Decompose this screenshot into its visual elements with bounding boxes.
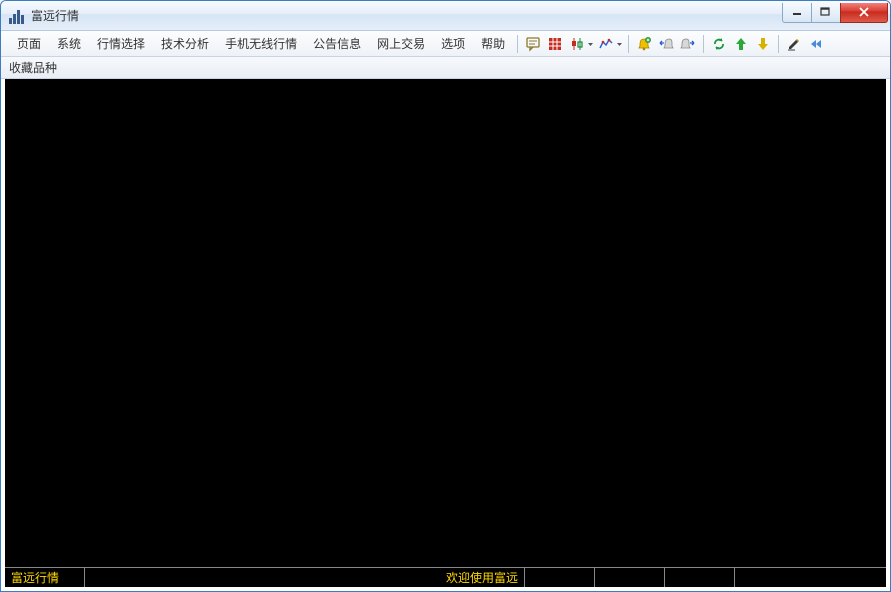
app-icon <box>9 8 25 24</box>
status-cell-3 <box>665 568 735 587</box>
toolbar-separator <box>703 35 704 53</box>
status-cell-1 <box>525 568 595 587</box>
status-message: 欢迎使用富远 <box>85 568 525 587</box>
favorites-label: 收藏品种 <box>9 59 57 76</box>
menu-options[interactable]: 选项 <box>433 31 473 56</box>
content-area <box>5 79 886 567</box>
arrow-down-icon[interactable] <box>752 33 774 55</box>
close-button[interactable] <box>840 3 888 23</box>
menu-announcement[interactable]: 公告信息 <box>305 31 369 56</box>
menu-quote-select[interactable]: 行情选择 <box>89 31 153 56</box>
menu-mobile-quote[interactable]: 手机无线行情 <box>217 31 305 56</box>
toolbar-separator <box>778 35 779 53</box>
rewind-icon[interactable] <box>805 33 827 55</box>
grid-icon[interactable] <box>544 33 566 55</box>
alert-prev-icon[interactable] <box>655 33 677 55</box>
favorites-bar: 收藏品种 <box>1 57 890 79</box>
window-controls <box>783 3 888 23</box>
candlestick-icon[interactable] <box>566 33 588 55</box>
menu-help[interactable]: 帮助 <box>473 31 513 56</box>
status-cell-4 <box>735 568 886 587</box>
line-chart-icon[interactable] <box>595 33 617 55</box>
minimize-button[interactable] <box>782 3 812 23</box>
alert-next-icon[interactable] <box>677 33 699 55</box>
line-chart-dropdown[interactable] <box>615 36 624 52</box>
menu-page[interactable]: 页面 <box>9 31 49 56</box>
arrow-up-icon[interactable] <box>730 33 752 55</box>
titlebar: 富远行情 <box>1 1 890 31</box>
window-title: 富远行情 <box>31 7 79 24</box>
menubar: 页面 系统 行情选择 技术分析 手机无线行情 公告信息 网上交易 选项 帮助 <box>1 31 890 57</box>
menu-tech-analysis[interactable]: 技术分析 <box>153 31 217 56</box>
status-brand: 富远行情 <box>5 568 85 587</box>
menu-system[interactable]: 系统 <box>49 31 89 56</box>
toolbar-separator <box>628 35 629 53</box>
app-window: 富远行情 页面 系统 行情选择 技术分析 手机无线行情 公告信息 网上交易 选项… <box>0 0 891 592</box>
edit-icon[interactable] <box>783 33 805 55</box>
status-cell-2 <box>595 568 665 587</box>
toolbar-separator <box>517 35 518 53</box>
maximize-button[interactable] <box>811 3 841 23</box>
alert-add-icon[interactable] <box>633 33 655 55</box>
bulletin-icon[interactable] <box>522 33 544 55</box>
refresh-icon[interactable] <box>708 33 730 55</box>
menu-online-trade[interactable]: 网上交易 <box>369 31 433 56</box>
statusbar: 富远行情 欢迎使用富远 <box>5 567 886 587</box>
candlestick-dropdown[interactable] <box>586 36 595 52</box>
